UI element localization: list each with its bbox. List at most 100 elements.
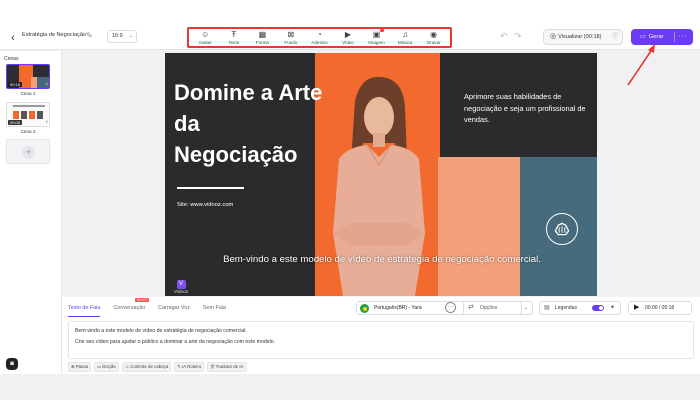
tool-text[interactable]: Ŧ Texto [220,30,248,45]
options-select[interactable]: ⇄ Opções ⌄ [463,301,533,315]
scene-thumbnail[interactable]: 00:08 ♪ [6,102,50,127]
subtitles-icon: ▤ [544,305,550,311]
tool-avatar[interactable]: ☺ Avatar [191,30,219,45]
subtitles-label: Legendas [555,305,577,311]
tool-label: Adesivo [311,40,328,45]
brazil-flag-icon [360,304,369,313]
video-canvas[interactable]: Domine a Arte da Negociação Site: www.vi… [165,53,597,296]
plus-icon: + [22,146,35,159]
tool-sticker[interactable]: ◔ Adesivo [305,30,333,45]
play-circle-icon: ◎ [550,33,557,40]
music-icon: ♫ [402,30,409,39]
script-tools: ⊕Pausa ▭Dicção ☺Controle de cabeça ✎IA R… [68,362,247,372]
tool-video[interactable]: ▶ Vídeo [334,30,362,45]
thumb-block [13,105,45,107]
head-control-button[interactable]: ☺Controle de cabeça [121,362,172,372]
edit-icon[interactable]: ✎ [86,31,93,40]
generate-icon: ▭ [640,34,646,40]
speech-panel: Texto de Fala Conversação NOVO Carregar V… [62,297,700,374]
script-line: Crie seu vídeo para ajudar o público a d… [75,339,276,345]
aspect-ratio-value: 16:9 [112,33,123,39]
thumb-block [29,111,35,119]
tab-conversation[interactable]: Conversação NOVO [113,298,149,317]
chip-label: IA Roteiro [181,364,202,369]
tool-label: Avatar [198,40,212,45]
head-control-icon: ☺ [124,364,130,369]
preview-label: Visualizar (00:18) [558,34,602,40]
canvas-site[interactable]: Site: www.vidnoz.com [177,202,233,208]
more-icon[interactable]: ··· [445,302,456,313]
canvas-heading[interactable]: Domine a Arte da Negociação [174,77,324,170]
ai-translator-button[interactable]: 文Tradutor de IA [207,362,247,372]
shapes-icon: ▦ [258,30,267,39]
background-icon: ⊠ [287,30,295,39]
tool-shape[interactable]: ▦ Forma [248,30,276,45]
tool-background[interactable]: ⊠ Fundo [277,30,305,45]
canvas-tagline[interactable]: Aprimore suas habilidades de negociação … [464,91,586,126]
undo-icon[interactable]: ↶ [500,31,508,42]
help-chat-icon[interactable]: ◙ [6,358,18,370]
back-icon[interactable]: ‹ [6,31,20,45]
user-circle-icon: ☺ [201,30,210,39]
subtitles-control: ▤ Legendas ✦ [539,301,621,315]
element-toolbar: ☺ Avatar Ŧ Texto ▦ Forma ⊠ Fundo ◔ Adesivo ▶ V… [187,27,452,48]
tab-text-to-speech[interactable]: Texto de Fala [68,303,101,317]
pause-button[interactable]: ⊕Pausa [68,362,92,372]
ai-translator-icon: 文 [210,364,215,369]
top-bar: ‹ Estratégia de Negociação ✎ 16:9 ⌄ ☺ Avat… [0,0,700,50]
preview-button[interactable]: ◎ Visualizar (00:18) ⓘ [543,29,623,45]
tab-upload-voice[interactable]: Carregar Voz [158,303,190,317]
tool-image[interactable]: ▣ Imagem [363,29,391,45]
video-icon: ▶ [344,30,352,39]
tool-label: Música [397,40,413,45]
vidnoz-logo: V Vidnoz [171,272,191,295]
generate-button[interactable]: ▭ Gerar ··· [631,29,693,45]
play-icon[interactable]: ▶ [634,302,639,314]
scene-label: Cena 1 [20,91,36,96]
ai-script-icon: ✎ [177,364,181,369]
tool-label: Gravar [426,40,441,45]
voice-icon: ♪ [45,81,49,87]
logo-icon: V [176,280,186,289]
redo-icon[interactable]: ↷ [514,31,522,42]
scene-duration: 00:08 [8,120,23,125]
info-icon[interactable]: ⓘ [612,30,618,44]
heading-underline [177,187,244,189]
audio-player: ▶ 00:00 / 00:18 [628,301,692,315]
scenes-sidebar: Cenas 00:18 ♪ Cena 1 00:08 ♪ Cena 2 + [0,51,62,374]
thumb-block [21,111,27,119]
tab-label: Conversação [113,305,146,311]
tool-record[interactable]: ◉ Gravar [420,30,448,45]
scene-duration: 00:18 [8,82,23,87]
scene-thumbnail[interactable]: 00:18 ♪ [6,64,50,89]
aspect-ratio-select[interactable]: 16:9 ⌄ [107,30,137,43]
tool-label: Fundo [284,40,298,45]
speech-tabs: Texto de Fala Conversação NOVO Carregar V… [68,298,239,317]
chip-label: Controle de cabeça [130,364,169,369]
chip-label: Tradutor de IA [215,364,244,369]
diction-button[interactable]: ▭Dicção [94,362,119,372]
pause-icon: ⊕ [71,364,75,369]
voice-name: Português(BR) - Yara [374,305,422,311]
tool-music[interactable]: ♫ Música [391,30,419,45]
thumb-block [37,77,49,88]
chevron-down-icon: ⌄ [128,33,133,39]
add-scene-button[interactable]: + [6,139,50,164]
script-textarea[interactable]: Bem-vindo a este modelo de vídeo de estr… [68,321,694,359]
new-badge: NOVO [135,298,149,302]
thumb-block [37,111,43,119]
subtitle-caption[interactable]: Bem-vindo a este modelo de vídeo de estr… [223,254,541,266]
chevron-down-icon: ⌄ [523,305,528,311]
style-brush-icon[interactable]: ✦ [610,302,615,314]
more-icon[interactable]: ··· [679,29,688,45]
peach-panel [438,157,520,296]
chip-label: Dicção [102,364,116,369]
divider [674,32,675,42]
ai-script-button[interactable]: ✎IA Roteiro [174,362,205,372]
tool-label: Vídeo [341,40,354,45]
subtitles-toggle[interactable] [592,305,604,311]
tab-no-speech[interactable]: Sem Fala [203,303,226,317]
sticker-icon: ◔ [317,30,322,39]
project-title[interactable]: Estratégia de Negociação [22,32,86,38]
text-icon: Ŧ [231,30,237,39]
